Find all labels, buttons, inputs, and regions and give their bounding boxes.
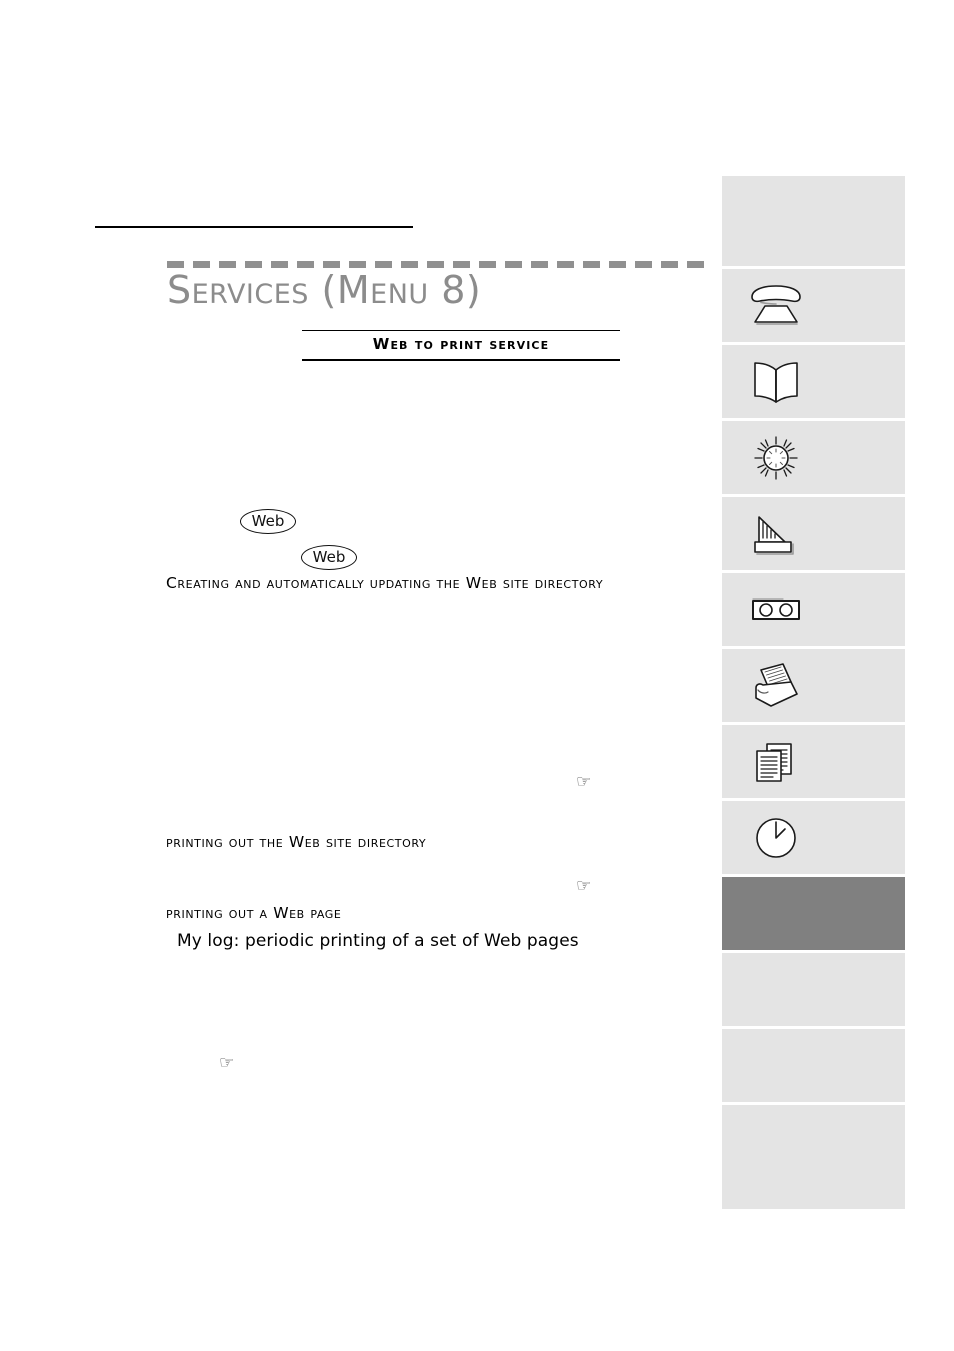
sidebar-tab-blank-top[interactable] bbox=[722, 176, 905, 266]
section-subtitle: Web to print service bbox=[372, 335, 550, 354]
printer-icon bbox=[745, 508, 807, 560]
section-subtitle-block: Web to print service bbox=[302, 330, 620, 361]
title-dashed-bar bbox=[167, 261, 710, 268]
sidebar-tab-blank-1[interactable] bbox=[722, 953, 905, 1026]
clock-icon bbox=[745, 812, 807, 864]
pointing-hand-icon: ☞ bbox=[576, 772, 592, 792]
sidebar-tab-telephone[interactable] bbox=[722, 269, 905, 342]
page-title: Services (Menu 8) bbox=[167, 268, 482, 312]
sidebar-tab-copy-documents[interactable] bbox=[722, 725, 905, 798]
fax-icon bbox=[745, 660, 807, 712]
web-key-icon-1: Web bbox=[240, 509, 296, 534]
pointing-hand-icon: ☞ bbox=[219, 1053, 235, 1073]
sidebar-tab-settings-sun[interactable] bbox=[722, 421, 905, 494]
sun-icon bbox=[745, 432, 807, 484]
web-key-icon-2: Web bbox=[301, 545, 357, 570]
telephone-icon bbox=[745, 280, 807, 332]
index-tab-column bbox=[722, 176, 905, 1209]
documents-icon bbox=[745, 736, 807, 788]
document-page: Services (Menu 8) Web to print service W… bbox=[0, 0, 954, 1351]
sidebar-tab-directory-book[interactable] bbox=[722, 345, 905, 418]
cassette-icon bbox=[745, 584, 807, 636]
heading-printing-site-directory: printing out the Web site directory bbox=[166, 833, 427, 851]
sidebar-tab-clock[interactable] bbox=[722, 801, 905, 874]
heading-creating-updating-directory: Creating and automatically updating the … bbox=[166, 574, 604, 592]
sidebar-tab-blank-3[interactable] bbox=[722, 1105, 905, 1209]
heading-printing-web-page: printing out a Web page bbox=[166, 904, 342, 922]
sidebar-tab-services-active[interactable] bbox=[722, 877, 905, 950]
header-rule bbox=[95, 226, 413, 228]
sidebar-tab-printer[interactable] bbox=[722, 497, 905, 570]
subtitle-rule-bottom bbox=[302, 359, 620, 361]
paragraph-my-log: My log: periodic printing of a set of We… bbox=[177, 931, 579, 951]
sidebar-tab-answering-machine[interactable] bbox=[722, 573, 905, 646]
pointing-hand-icon: ☞ bbox=[576, 876, 592, 896]
sidebar-tab-fax[interactable] bbox=[722, 649, 905, 722]
open-book-icon bbox=[745, 356, 807, 408]
sidebar-tab-blank-2[interactable] bbox=[722, 1029, 905, 1102]
